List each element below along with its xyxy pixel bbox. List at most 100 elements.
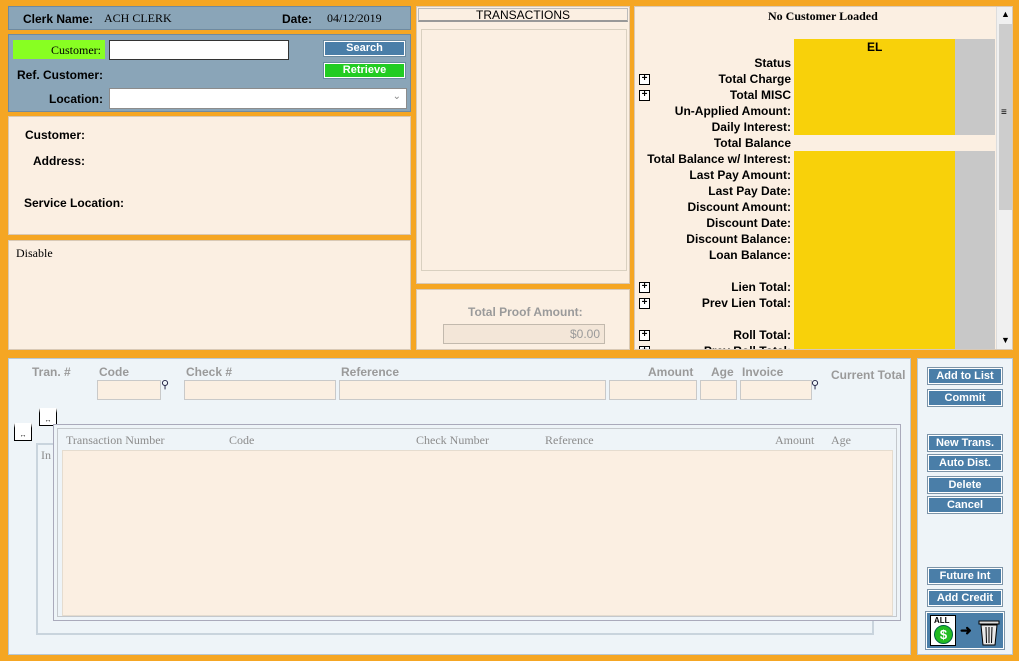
expand-plus-icon[interactable]: + [639,282,650,293]
search-button[interactable]: Search [323,40,406,57]
account-row-label: Daily Interest: [711,120,791,134]
el-column [794,39,955,349]
transactions-title-bar: TRANSACTIONS [418,8,628,22]
date-label: Date: [282,12,313,26]
code-field[interactable] [97,380,161,400]
customer-search-input[interactable] [109,40,289,60]
account-scrollbar[interactable]: ▲ ≡ ▼ [996,7,1012,349]
commit-button[interactable]: Commit [927,389,1003,407]
clerk-header-panel: Clerk Name: ACH CLERK Date: 04/12/2019 [8,6,411,30]
account-row-label: Last Pay Date: [708,184,791,198]
arrow-right-icon: ➜ [960,622,972,638]
grid-body[interactable] [62,450,893,616]
account-row-label: Discount Date: [706,216,791,230]
account-row-label: Prev Lien Total: [701,296,791,310]
code-label: Code [99,365,129,379]
grip-icon: ≡ [1001,107,1007,118]
clerk-name-label: Clerk Name: [23,12,94,26]
account-row-label: Discount Balance: [686,232,791,246]
col-transaction-number: Transaction Number [66,433,165,447]
customer-label-box: Customer: [13,40,105,59]
scroll-up-icon[interactable]: ▲ [1001,9,1010,19]
account-row-label: Discount Amount: [687,200,791,214]
invoice-lookup-icon[interactable]: ⚲ [811,378,819,391]
expand-plus-icon[interactable]: + [639,330,650,341]
customer-search-label: Customer: [51,43,101,57]
reference-field[interactable] [339,380,606,400]
col-age: Age [831,433,851,447]
account-row-label: Total Balance [713,136,791,150]
transactions-title: TRANSACTIONS [475,8,570,22]
back-grid-header: In [41,448,51,462]
expand-plus-icon[interactable]: + [639,90,650,101]
location-dropdown[interactable]: ⌄ [109,88,407,109]
splitter-icon-2[interactable]: ↔ [14,423,32,441]
account-row-label: Total MISC [729,88,791,102]
amount-field[interactable] [609,380,697,400]
scroll-thumb[interactable]: ≡ [999,24,1012,210]
customer-info-label: Customer: [25,128,86,142]
account-row-label: Un-Applied Amount: [674,104,791,118]
disable-panel: Disable [8,240,411,350]
invoice-label: Invoice [742,365,784,379]
retrieve-button[interactable]: Retrieve [323,62,406,79]
service-location-label: Service Location: [24,196,125,210]
add-credit-button[interactable]: Add Credit [927,589,1003,607]
account-row-label: Loan Balance: [708,248,791,262]
age-field[interactable] [700,380,737,400]
invoice-field[interactable] [740,380,812,400]
transactions-list[interactable] [421,29,627,271]
expand-plus-icon[interactable]: + [639,346,650,349]
el-column-header: EL [867,40,883,54]
age-label: Age [711,365,734,379]
clear-all-button[interactable]: ALL $ ➜ [925,611,1005,650]
account-row-label: Prev Roll Total: [635,344,791,349]
trash-icon [977,617,1001,646]
clerk-name-value: ACH CLERK [104,11,172,25]
account-row-label: Roll Total: [733,328,791,342]
total-proof-field: $0.00 [443,324,605,344]
col-amount: Amount [775,433,815,447]
delete-button[interactable]: Delete [927,476,1003,494]
dollar-coin-icon: $ [934,625,953,644]
cancel-button[interactable]: Cancel [927,496,1003,514]
total-proof-label: Total Proof Amount: [468,305,583,319]
current-total-label: Current Total [831,368,906,382]
add-to-list-button[interactable]: Add to List [927,367,1003,385]
disable-text: Disable [16,246,53,260]
account-row-label: Total Balance w/ Interest: [647,152,791,166]
check-number-field[interactable] [184,380,336,400]
account-title: No Customer Loaded [768,9,878,23]
future-int-button[interactable]: Future Int [927,567,1003,585]
proof-amount-panel: Total Proof Amount: $0.00 [416,289,630,350]
scroll-down-icon[interactable]: ▼ [1001,335,1010,345]
expand-plus-icon[interactable]: + [639,74,650,85]
ref-customer-label: Ref. Customer: [17,68,104,82]
address-label: Address: [33,154,86,168]
amount-label: Amount [648,365,694,379]
total-proof-value: $0.00 [569,327,600,341]
customer-search-panel: Customer: Ref. Customer: Location: ⌄ Sea… [8,34,411,112]
transaction-grid[interactable]: Transaction Number Code Check Number Ref… [53,424,901,621]
col-code: Code [229,433,255,447]
auto-dist-button[interactable]: Auto Dist. [927,454,1003,472]
check-number-label: Check # [186,365,233,379]
date-value: 04/12/2019 [327,11,382,25]
all-money-icon: ALL $ [930,615,956,646]
account-row-label: Total Charge [718,72,791,86]
total-balance-row-band [794,135,995,151]
code-lookup-icon[interactable]: ⚲ [161,378,169,391]
reference-label: Reference [341,365,400,379]
all-label: ALL [934,616,950,625]
col-check-number: Check Number [416,433,489,447]
location-label: Location: [49,92,103,106]
account-summary-panel: No Customer Loaded EL Status Total Charge… [634,6,1013,350]
new-trans-button[interactable]: New Trans. [927,434,1003,452]
el-side-column [955,39,995,349]
customer-info-panel: Customer: Address: Service Location: [8,116,411,235]
account-row-label: Last Pay Amount: [689,168,791,182]
tran-number-label: Tran. # [32,365,71,379]
account-row-label: Lien Total: [731,280,791,294]
expand-plus-icon[interactable]: + [639,298,650,309]
account-row-label: Status [754,56,791,70]
